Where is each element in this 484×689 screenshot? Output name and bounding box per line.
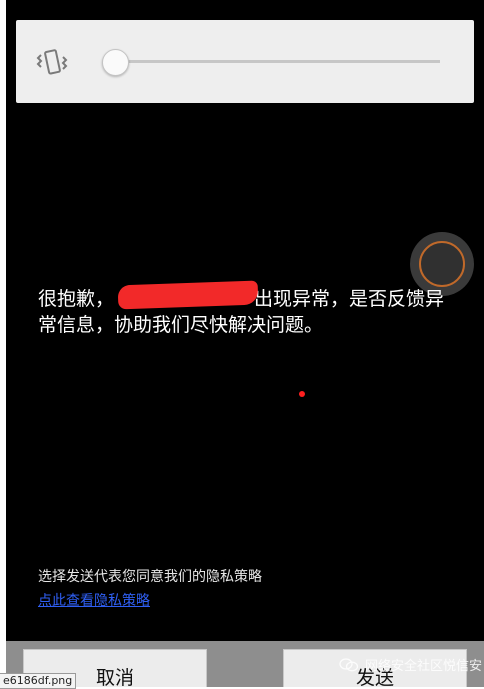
privacy-note: 选择发送代表您同意我们的隐私策略: [38, 569, 262, 585]
volume-slider-thumb[interactable]: [102, 49, 129, 76]
screen: 很抱歉， 出现异常，是否反馈异常信息，协助我们尽快解决问题。 选择发送代表您同意我…: [6, 0, 484, 687]
redaction-mark: [117, 280, 259, 310]
volume-slider-track[interactable]: [110, 60, 440, 63]
privacy-policy-link[interactable]: 点此查看隐私策略: [38, 590, 150, 610]
floating-button-ring: [419, 241, 465, 287]
wechat-icon: [339, 657, 359, 671]
watermark: 网络安全社区悦信安: [339, 655, 482, 674]
vibrate-icon[interactable]: [35, 45, 69, 79]
watermark-text: 网络安全社区悦信安: [365, 659, 483, 674]
message-start: 很抱歉，: [38, 288, 115, 310]
touch-indicator-dot: [299, 391, 305, 397]
volume-panel: [16, 20, 474, 103]
